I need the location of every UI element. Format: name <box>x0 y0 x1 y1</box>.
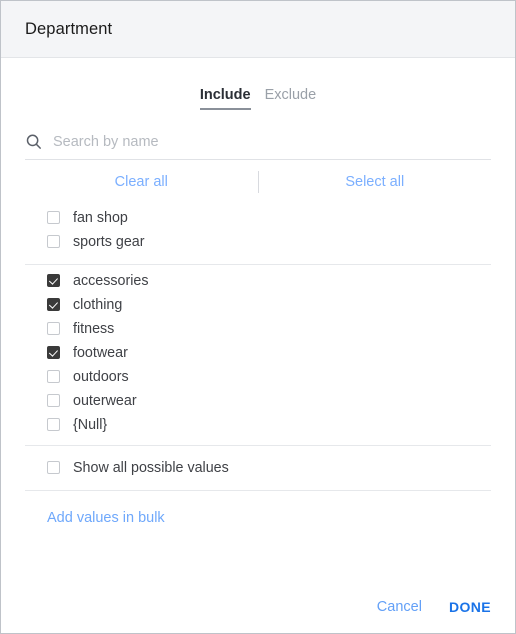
checkbox-unchecked-icon[interactable] <box>47 211 60 224</box>
list-item-label: sports gear <box>73 233 145 250</box>
list-item-label: outerwear <box>73 392 137 409</box>
add-values-bulk-row: Add values in bulk <box>25 491 491 546</box>
show-all-values-label: Show all possible values <box>73 459 229 476</box>
checkbox-checked-icon[interactable] <box>47 298 60 311</box>
cancel-button[interactable]: Cancel <box>377 599 422 615</box>
selected-values-list: fan shop sports gear <box>25 204 491 264</box>
checkbox-unchecked-icon[interactable] <box>47 235 60 248</box>
list-item[interactable]: outerwear <box>25 389 491 413</box>
page-title: Department <box>25 19 113 38</box>
list-item[interactable]: fan shop <box>25 206 491 230</box>
list-item[interactable]: clothing <box>25 293 491 317</box>
checkbox-unchecked-icon[interactable] <box>47 322 60 335</box>
search-row <box>25 129 491 160</box>
show-all-values-row[interactable]: Show all possible values <box>25 446 491 490</box>
checkbox-unchecked-icon[interactable] <box>47 394 60 407</box>
tab-exclude[interactable]: Exclude <box>265 88 317 110</box>
list-item-label: {Null} <box>73 416 108 433</box>
include-exclude-tabs: Include Exclude <box>1 88 515 110</box>
values-list: accessories clothing fitness footwear ou… <box>25 265 491 445</box>
filter-dialog: Department Include Exclude Clear all Sel… <box>0 0 516 634</box>
select-all-link[interactable]: Select all <box>345 174 404 190</box>
list-item-label: accessories <box>73 272 149 289</box>
clear-all-link[interactable]: Clear all <box>115 174 168 190</box>
add-values-in-bulk-link[interactable]: Add values in bulk <box>25 510 165 526</box>
done-button[interactable]: DONE <box>449 599 491 615</box>
checkbox-unchecked-icon[interactable] <box>47 461 60 474</box>
list-item-label: outdoors <box>73 368 129 385</box>
list-item-label: fitness <box>73 320 115 337</box>
search-icon <box>25 133 43 151</box>
list-item[interactable]: {Null} <box>25 413 491 437</box>
clear-all-cell: Clear all <box>25 174 258 190</box>
list-item[interactable]: outdoors <box>25 365 491 389</box>
checkbox-unchecked-icon[interactable] <box>47 370 60 383</box>
checkbox-checked-icon[interactable] <box>47 346 60 359</box>
list-item-label: clothing <box>73 296 123 313</box>
dialog-header: Department <box>1 1 515 58</box>
select-all-cell: Select all <box>259 174 492 190</box>
tab-include[interactable]: Include <box>199 88 251 110</box>
list-item[interactable]: sports gear <box>25 230 491 254</box>
list-item-label: footwear <box>73 344 128 361</box>
list-item[interactable]: accessories <box>25 269 491 293</box>
search-input[interactable] <box>49 133 491 154</box>
list-item[interactable]: fitness <box>25 317 491 341</box>
checkbox-checked-icon[interactable] <box>47 274 60 287</box>
dialog-footer: Cancel DONE <box>1 581 515 633</box>
list-item[interactable]: footwear <box>25 341 491 365</box>
bulk-actions-row: Clear all Select all <box>25 160 491 204</box>
checkbox-unchecked-icon[interactable] <box>47 418 60 431</box>
list-item-label: fan shop <box>73 209 128 226</box>
